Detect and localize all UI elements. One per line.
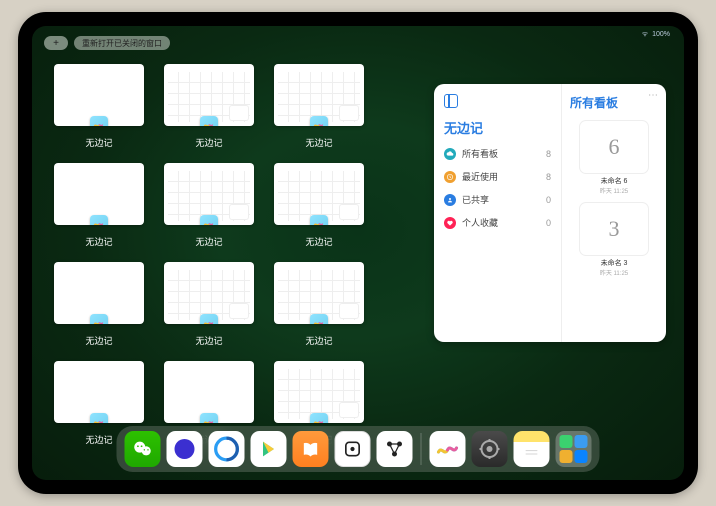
- window-thumbnail[interactable]: 无边记: [164, 163, 254, 248]
- freeform-app-badge-icon: [200, 413, 218, 423]
- new-window-button[interactable]: +: [44, 36, 68, 50]
- play-icon[interactable]: [251, 431, 287, 467]
- thumbnail-label: 无边记: [85, 136, 112, 149]
- sidebar-item-count: 8: [546, 149, 551, 159]
- window-thumbnail[interactable]: 无边记: [274, 163, 364, 248]
- sidebar-item-label: 所有看板: [462, 147, 498, 160]
- sidebar-item[interactable]: 最近使用 8: [444, 170, 551, 183]
- dock-separator: [421, 433, 422, 465]
- ipad-frame: ᯤ 100% + 重新打开已关闭的窗口 无边记无边记无边记无边记无边记无边记无边…: [18, 12, 698, 494]
- books-icon[interactable]: [293, 431, 329, 467]
- board-card[interactable]: 3 未命名 3昨天 11:25: [570, 203, 658, 277]
- freeform-app-badge-icon: [310, 314, 328, 324]
- game-icon[interactable]: [335, 431, 371, 467]
- window-thumbnail[interactable]: 无边记: [164, 64, 254, 149]
- reopen-label: 重新打开已关闭的窗口: [82, 38, 162, 49]
- freeform-app-badge-icon: [200, 116, 218, 126]
- status-bar: ᯤ 100%: [642, 30, 670, 39]
- sidebar-item[interactable]: 所有看板 8: [444, 147, 551, 160]
- freeform-icon[interactable]: [430, 431, 466, 467]
- window-thumbnail[interactable]: 无边记: [54, 262, 144, 347]
- thumbnail-label: 无边记: [85, 334, 112, 347]
- notes-icon[interactable]: [514, 431, 550, 467]
- wifi-icon: ᯤ: [642, 30, 648, 39]
- window-thumbnail[interactable]: 无边记: [164, 262, 254, 347]
- quark-icon[interactable]: [167, 431, 203, 467]
- more-icon[interactable]: ⋯: [648, 90, 658, 101]
- sidebar-item-count: 0: [546, 195, 551, 205]
- sidepanel-sidebar: 无边记 所有看板 8 最近使用 8 已共享 0 个人收藏 0: [434, 84, 562, 342]
- sidebar-item-label: 已共享: [462, 193, 489, 206]
- sidepanel-content: ⋯ 所有看板 6未命名 6昨天 11:253未命名 3昨天 11:25: [562, 84, 666, 342]
- qqbrowser-icon[interactable]: [209, 431, 245, 467]
- sidebar-item-count: 0: [546, 218, 551, 228]
- sidebar-toggle-icon[interactable]: [444, 94, 458, 108]
- sidebar-item-label: 个人收藏: [462, 216, 498, 229]
- cloud-icon: [444, 148, 456, 160]
- people-icon: [444, 194, 456, 206]
- reopen-closed-button[interactable]: 重新打开已关闭的窗口: [74, 36, 170, 50]
- sidebar-item-label: 最近使用: [462, 170, 498, 183]
- freeform-app-badge-icon: [310, 413, 328, 423]
- freeform-app-badge-icon: [310, 215, 328, 225]
- thumbnail-label: 无边记: [195, 334, 222, 347]
- board-subtitle: 昨天 11:25: [570, 268, 658, 277]
- sidebar-item-count: 8: [546, 172, 551, 182]
- clock-icon: [444, 171, 456, 183]
- freeform-app-badge-icon: [200, 215, 218, 225]
- board-thumbnail: 3: [580, 203, 648, 255]
- heart-icon: [444, 217, 456, 229]
- screen: ᯤ 100% + 重新打开已关闭的窗口 无边记无边记无边记无边记无边记无边记无边…: [32, 26, 684, 480]
- thumbnail-label: 无边记: [85, 433, 112, 446]
- window-grid: 无边记无边记无边记无边记无边记无边记无边记无边记无边记无边记无边记无边记: [54, 64, 384, 446]
- app-folder-icon[interactable]: [556, 431, 592, 467]
- freeform-app-badge-icon: [90, 413, 108, 423]
- window-thumbnail[interactable]: 无边记: [274, 64, 364, 149]
- sidebar-item[interactable]: 个人收藏 0: [444, 216, 551, 229]
- window-thumbnail[interactable]: 无边记: [54, 64, 144, 149]
- board-name: 未命名 6: [570, 176, 658, 186]
- freeform-app-badge-icon: [90, 215, 108, 225]
- freeform-app-badge-icon: [90, 116, 108, 126]
- sidebar-item[interactable]: 已共享 0: [444, 193, 551, 206]
- freeform-app-badge-icon: [90, 314, 108, 324]
- side-panel-window[interactable]: 无边记 所有看板8最近使用8已共享0个人收藏0 ⋯ 所有看板 6未命名 6昨天 …: [434, 84, 666, 342]
- dock: [117, 426, 600, 472]
- board-thumbnail: 6: [580, 121, 648, 173]
- wechat-icon[interactable]: [125, 431, 161, 467]
- sidepanel-title: 无边记: [444, 118, 551, 137]
- battery-label: 100%: [652, 31, 670, 38]
- graph-icon[interactable]: [377, 431, 413, 467]
- settings-icon[interactable]: [472, 431, 508, 467]
- freeform-app-badge-icon: [310, 116, 328, 126]
- thumbnail-label: 无边记: [305, 235, 332, 248]
- sidepanel-right-title: 所有看板: [570, 94, 658, 111]
- top-controls: + 重新打开已关闭的窗口: [44, 36, 170, 50]
- board-card[interactable]: 6 未命名 6昨天 11:25: [570, 121, 658, 195]
- window-thumbnail[interactable]: 无边记: [54, 163, 144, 248]
- thumbnail-label: 无边记: [305, 136, 332, 149]
- board-subtitle: 昨天 11:25: [570, 186, 658, 195]
- thumbnail-label: 无边记: [85, 235, 112, 248]
- window-thumbnail[interactable]: 无边记: [274, 262, 364, 347]
- thumbnail-label: 无边记: [195, 136, 222, 149]
- freeform-app-badge-icon: [200, 314, 218, 324]
- thumbnail-label: 无边记: [305, 334, 332, 347]
- plus-icon: +: [53, 38, 59, 49]
- board-name: 未命名 3: [570, 258, 658, 268]
- thumbnail-label: 无边记: [195, 235, 222, 248]
